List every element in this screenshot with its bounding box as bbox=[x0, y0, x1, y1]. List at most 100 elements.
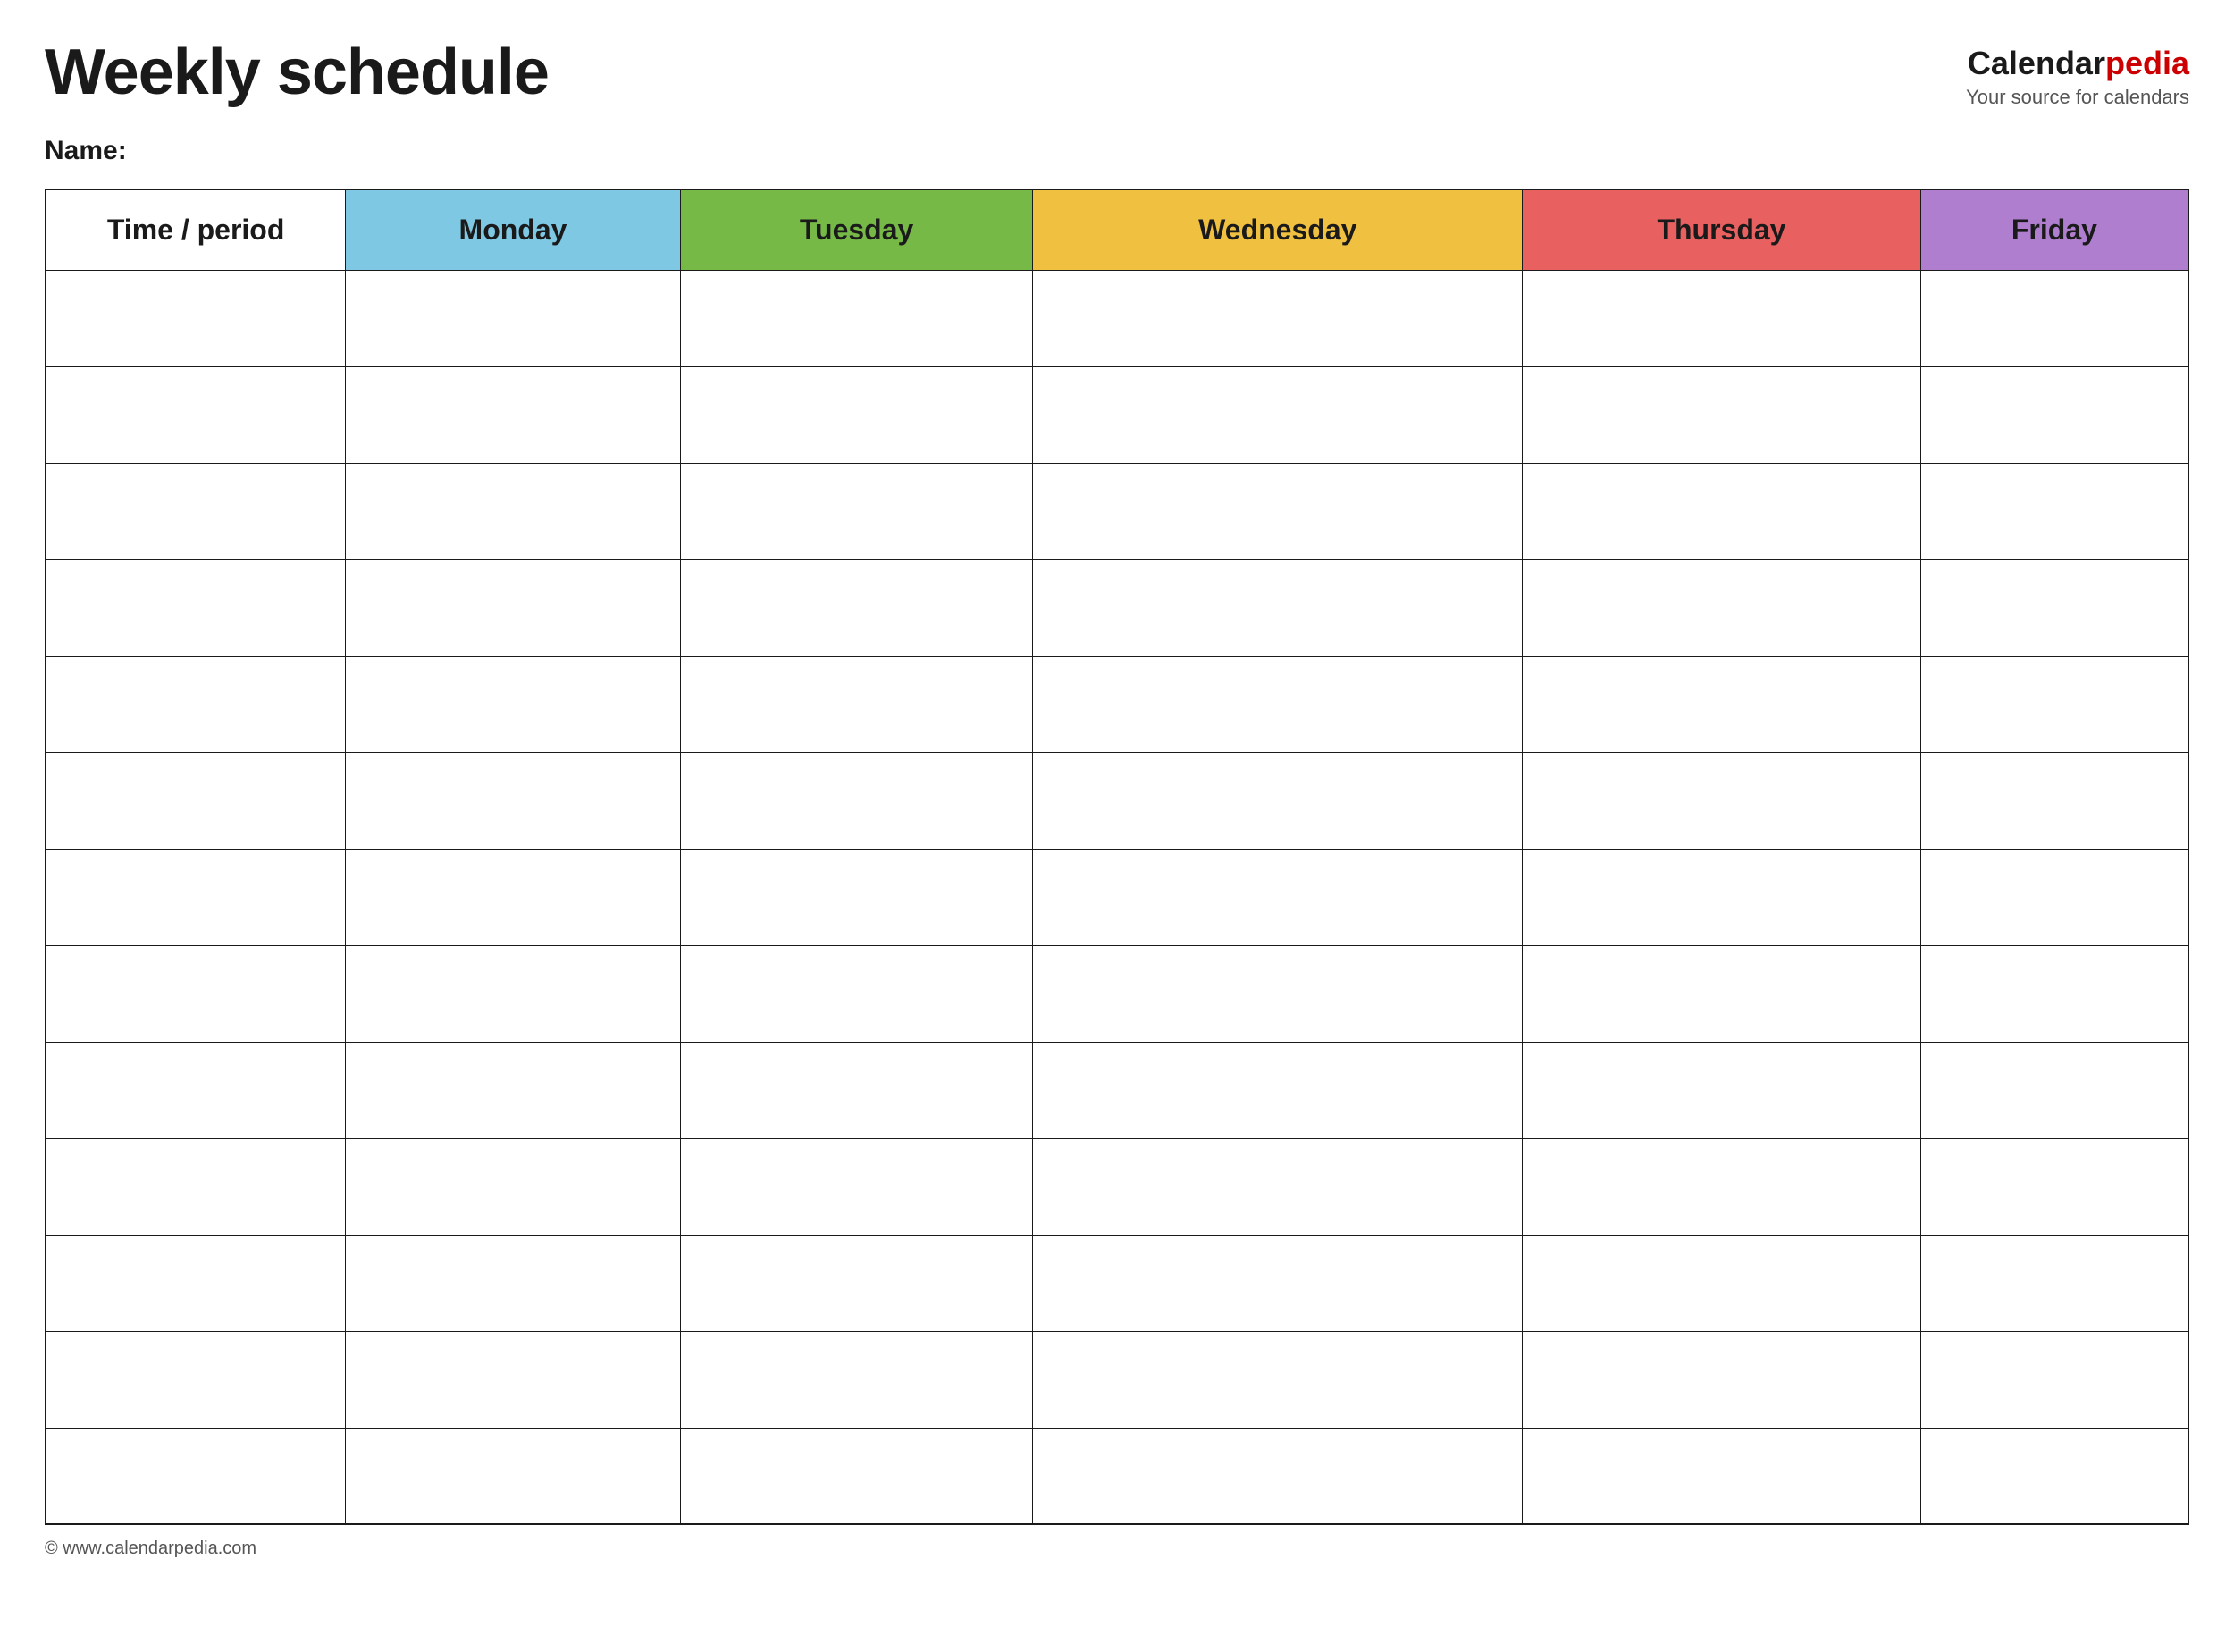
table-cell bbox=[1523, 1042, 1921, 1138]
table-cell bbox=[346, 752, 681, 849]
table-cell bbox=[46, 945, 346, 1042]
table-cell bbox=[1033, 752, 1523, 849]
table-cell bbox=[1920, 656, 2188, 752]
table-cell bbox=[1033, 849, 1523, 945]
table-cell bbox=[46, 1138, 346, 1235]
table-cell bbox=[46, 752, 346, 849]
logo-pedia: pedia bbox=[2105, 45, 2189, 81]
table-cell bbox=[346, 1331, 681, 1428]
table-cell bbox=[346, 1138, 681, 1235]
table-cell bbox=[1523, 1331, 1921, 1428]
table-cell bbox=[346, 559, 681, 656]
table-cell bbox=[680, 1331, 1033, 1428]
table-cell bbox=[1033, 1331, 1523, 1428]
table-cell bbox=[1033, 656, 1523, 752]
table-cell bbox=[1523, 463, 1921, 559]
table-cell bbox=[1033, 1042, 1523, 1138]
copyright: © www.calendarpedia.com bbox=[45, 1539, 256, 1558]
table-cell bbox=[46, 1042, 346, 1138]
table-cell bbox=[680, 656, 1033, 752]
table-cell bbox=[1920, 559, 2188, 656]
table-cell bbox=[1033, 366, 1523, 463]
table-cell bbox=[1523, 945, 1921, 1042]
schedule-table: Time / period Monday Tuesday Wednesday T… bbox=[45, 189, 2189, 1525]
table-cell bbox=[346, 1235, 681, 1331]
table-cell bbox=[1920, 849, 2188, 945]
logo-calendar: Calendar bbox=[1968, 45, 2105, 81]
table-cell bbox=[46, 366, 346, 463]
table-cell bbox=[680, 1428, 1033, 1524]
table-cell bbox=[46, 656, 346, 752]
table-row bbox=[46, 849, 2188, 945]
table-cell bbox=[1920, 1331, 2188, 1428]
table-cell bbox=[1920, 945, 2188, 1042]
table-row bbox=[46, 1428, 2188, 1524]
table-cell bbox=[680, 559, 1033, 656]
page-title: Weekly schedule bbox=[45, 36, 549, 109]
table-cell bbox=[680, 366, 1033, 463]
table-cell bbox=[346, 849, 681, 945]
table-cell bbox=[1033, 559, 1523, 656]
table-cell bbox=[346, 270, 681, 366]
footer: © www.calendarpedia.com bbox=[45, 1539, 2189, 1559]
table-cell bbox=[680, 849, 1033, 945]
name-label: Name: bbox=[45, 136, 127, 165]
table-cell bbox=[1033, 463, 1523, 559]
table-cell bbox=[680, 270, 1033, 366]
table-row bbox=[46, 945, 2188, 1042]
table-cell bbox=[1920, 463, 2188, 559]
table-cell bbox=[680, 1138, 1033, 1235]
table-cell bbox=[1920, 1428, 2188, 1524]
table-cell bbox=[1523, 559, 1921, 656]
table-cell bbox=[346, 1042, 681, 1138]
col-monday-header: Monday bbox=[346, 189, 681, 270]
table-cell bbox=[680, 945, 1033, 1042]
table-cell bbox=[1523, 849, 1921, 945]
table-cell bbox=[680, 463, 1033, 559]
table-row bbox=[46, 559, 2188, 656]
table-row bbox=[46, 656, 2188, 752]
table-cell bbox=[1920, 1138, 2188, 1235]
table-cell bbox=[680, 752, 1033, 849]
table-row bbox=[46, 1138, 2188, 1235]
table-cell bbox=[346, 656, 681, 752]
table-cell bbox=[46, 270, 346, 366]
logo-tagline: Your source for calendars bbox=[1966, 86, 2189, 109]
table-cell bbox=[46, 1331, 346, 1428]
table-cell bbox=[680, 1042, 1033, 1138]
col-wednesday-header: Wednesday bbox=[1033, 189, 1523, 270]
table-cell bbox=[1033, 1138, 1523, 1235]
table-row bbox=[46, 463, 2188, 559]
table-row bbox=[46, 270, 2188, 366]
col-friday-header: Friday bbox=[1920, 189, 2188, 270]
table-cell bbox=[1523, 270, 1921, 366]
col-time-header: Time / period bbox=[46, 189, 346, 270]
table-row bbox=[46, 1331, 2188, 1428]
table-cell bbox=[1523, 752, 1921, 849]
table-cell bbox=[346, 366, 681, 463]
table-cell bbox=[1523, 366, 1921, 463]
table-cell bbox=[46, 463, 346, 559]
table-cell bbox=[346, 1428, 681, 1524]
table-cell bbox=[46, 1428, 346, 1524]
logo: Calendarpedia Your source for calendars bbox=[1966, 45, 2189, 109]
table-cell bbox=[680, 1235, 1033, 1331]
name-row: Name: bbox=[45, 136, 2189, 166]
table-cell bbox=[1523, 1138, 1921, 1235]
table-cell bbox=[1033, 945, 1523, 1042]
table-cell bbox=[1920, 1235, 2188, 1331]
logo-text: Calendarpedia bbox=[1966, 45, 2189, 82]
table-cell bbox=[1523, 1428, 1921, 1524]
table-cell bbox=[346, 463, 681, 559]
table-cell bbox=[346, 945, 681, 1042]
col-tuesday-header: Tuesday bbox=[680, 189, 1033, 270]
table-cell bbox=[1033, 1428, 1523, 1524]
table-cell bbox=[1033, 1235, 1523, 1331]
table-row bbox=[46, 1235, 2188, 1331]
table-cell bbox=[1920, 1042, 2188, 1138]
table-cell bbox=[1920, 752, 2188, 849]
header: Weekly schedule Calendarpedia Your sourc… bbox=[45, 36, 2189, 109]
table-cell bbox=[1033, 270, 1523, 366]
table-row bbox=[46, 1042, 2188, 1138]
table-row bbox=[46, 752, 2188, 849]
